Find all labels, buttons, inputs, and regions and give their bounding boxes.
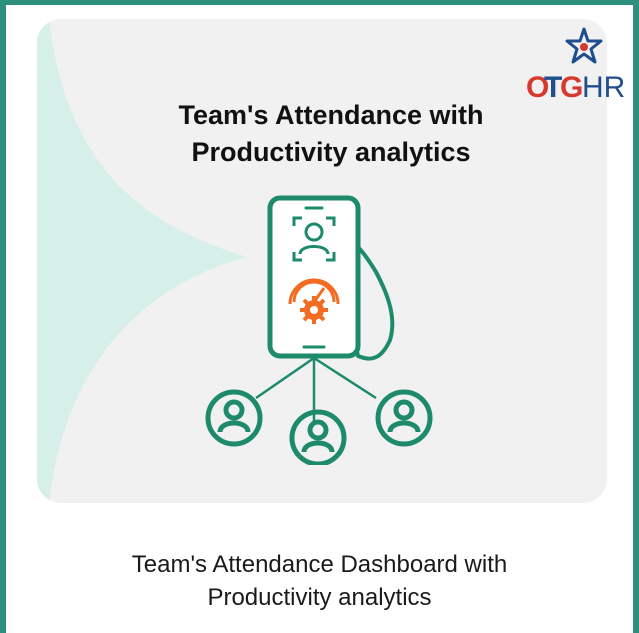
headline-line-1: Team's Attendance with: [178, 100, 484, 130]
image-frame: Team's Attendance with Productivity anal…: [6, 5, 633, 633]
user-circle-icon: [205, 389, 263, 447]
logo-hr: HR: [582, 71, 625, 104]
star-logo-icon: [565, 27, 603, 64]
page-caption: Team's Attendance Dashboard with Product…: [6, 548, 633, 614]
caption-line-2: Productivity analytics: [207, 584, 432, 611]
user-circle-icon: [289, 409, 347, 465]
connector-line: [313, 356, 377, 400]
connector-line: [255, 356, 315, 400]
attendance-illustration: [205, 195, 433, 465]
logo-letter-g: G: [560, 71, 583, 104]
headline-line-2: Productivity analytics: [191, 137, 471, 167]
user-circle-icon: [375, 389, 433, 447]
card-headline: Team's Attendance with Productivity anal…: [121, 97, 541, 171]
caption-line-1: Team's Attendance Dashboard with: [131, 551, 508, 578]
phone-icon: [267, 195, 361, 359]
otg-hr-logo: O T G HR: [526, 27, 625, 104]
